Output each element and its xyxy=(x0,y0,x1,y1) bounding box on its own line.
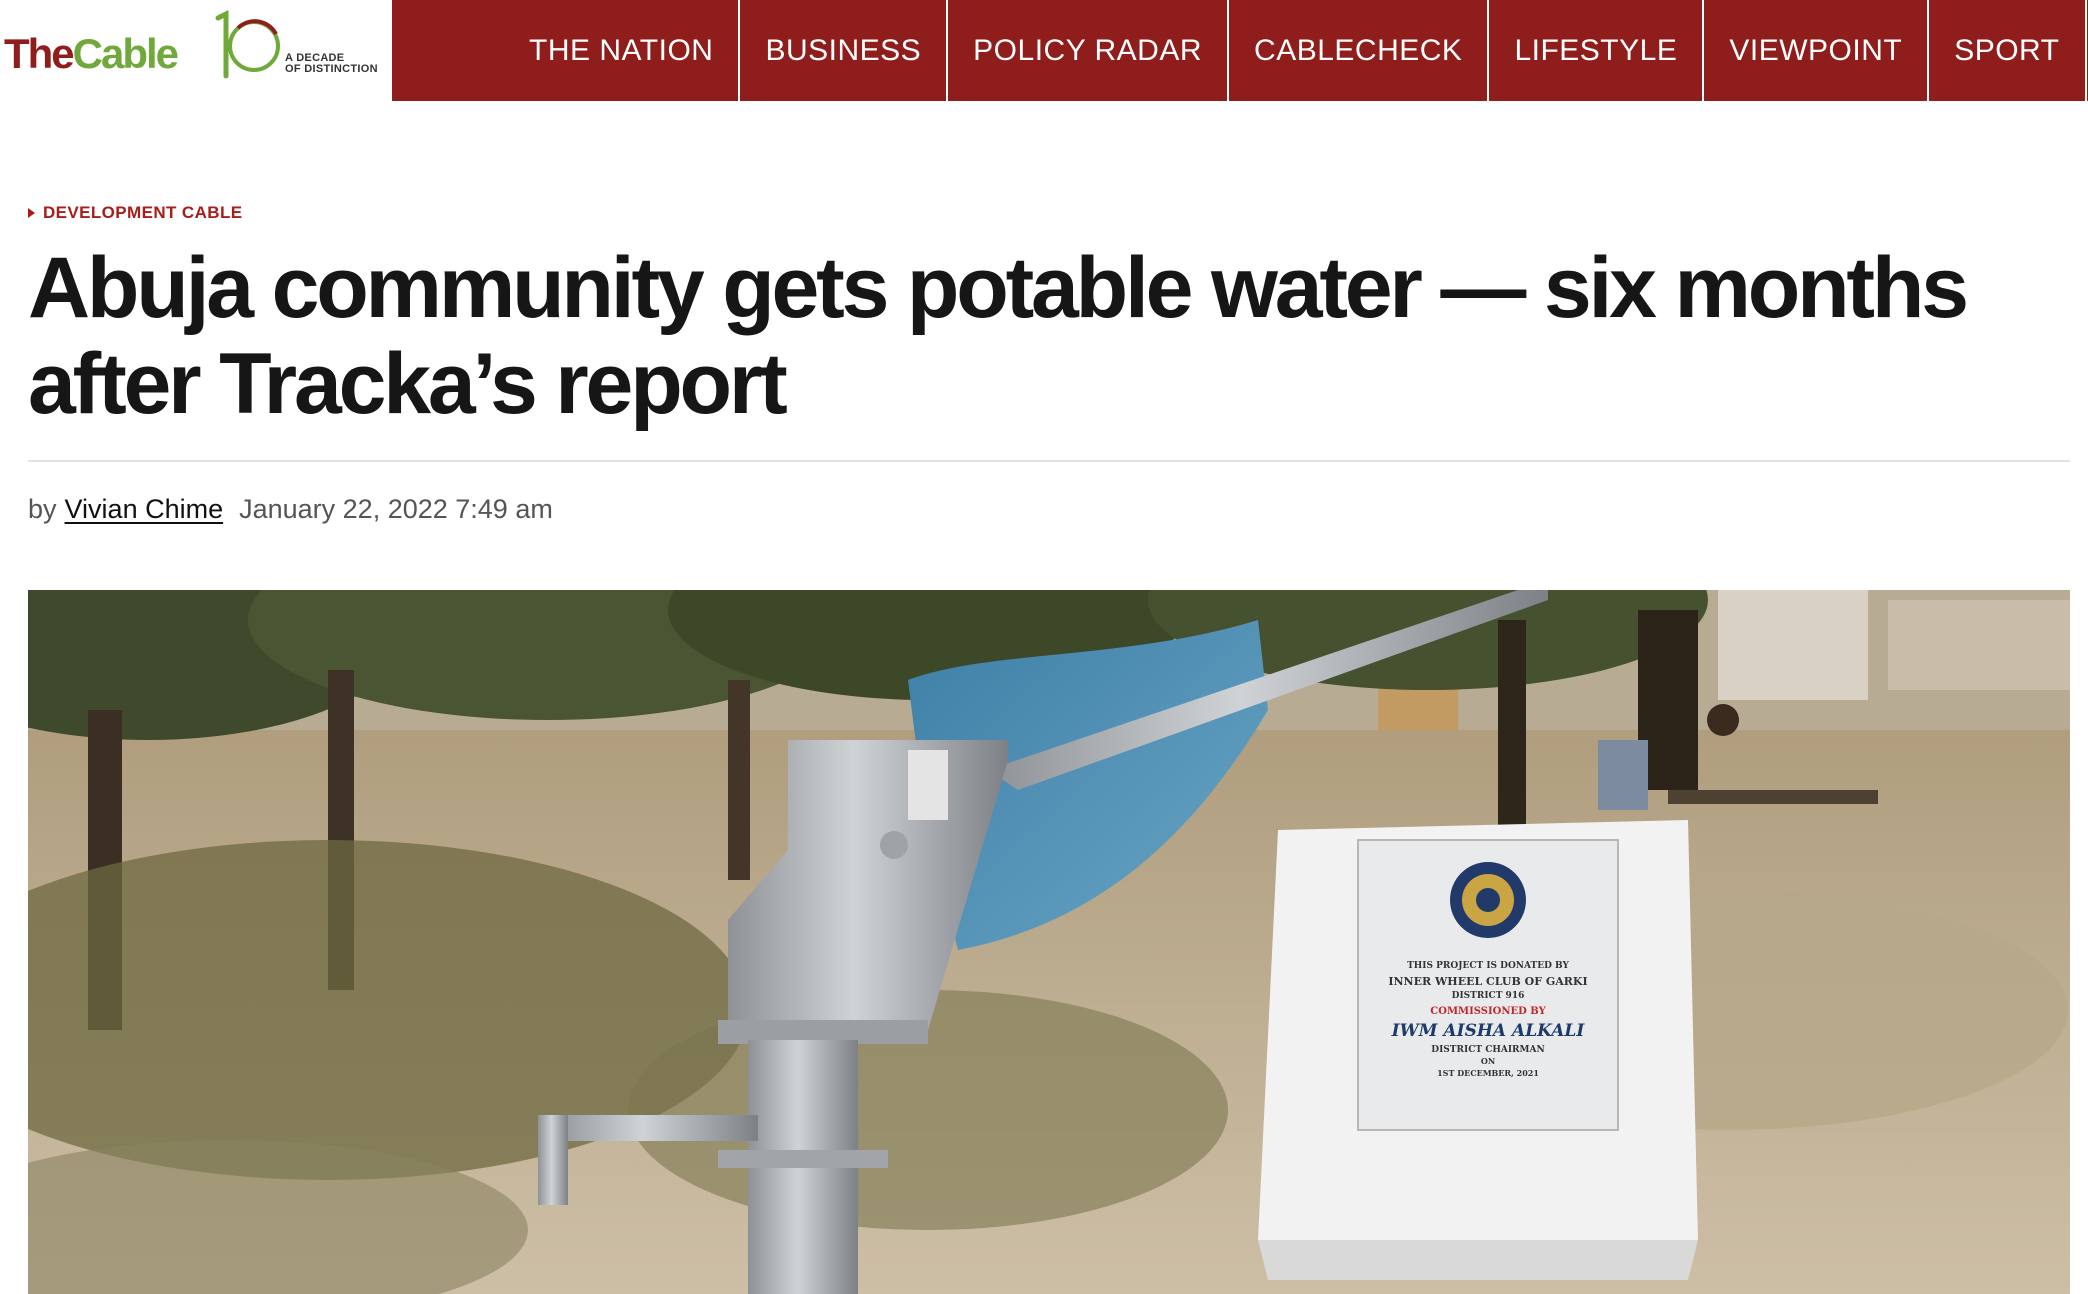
nav-item-policy-radar[interactable]: POLICY RADAR xyxy=(948,0,1230,101)
nav-item-the-nation[interactable]: THE NATION xyxy=(392,0,741,101)
article-byline: by Vivian Chime January 22, 2022 7:49 am xyxy=(28,494,553,525)
title-divider xyxy=(28,460,2070,462)
plaque-line7: ON xyxy=(1481,1056,1495,1066)
plaque-line1: THIS PROJECT IS DONATED BY xyxy=(1407,961,1569,971)
plaque-line4: COMMISSIONED BY xyxy=(1430,1006,1546,1017)
logo-cable: Cable xyxy=(72,30,179,77)
nav-item-cablecheck[interactable]: CABLECHECK xyxy=(1229,0,1490,101)
plaque-line2: INNER WHEEL CLUB OF GARKI xyxy=(1388,975,1587,988)
nav-item-sport[interactable]: SPORT xyxy=(1929,0,2087,101)
plaque-line6: DISTRICT CHAIRMAN xyxy=(1431,1045,1544,1055)
logo-the: The xyxy=(4,30,75,77)
logo-tagline-line2: OF DISTINCTION xyxy=(285,63,378,75)
plaque-line5: IWM AISHA ALKALI xyxy=(1391,1021,1586,1041)
category-label: DEVELOPMENT CABLE xyxy=(43,203,243,222)
plaque-line8: 1ST DECEMBER, 2021 xyxy=(1437,1068,1539,1078)
nav-item-business[interactable]: BUSINESS xyxy=(740,0,949,101)
article-category[interactable]: DEVELOPMENT CABLE xyxy=(28,203,242,223)
publish-date: January 22, 2022 7:49 am xyxy=(239,494,553,524)
plaque-line3: DISTRICT 916 xyxy=(1452,991,1525,1001)
nav-item-viewpoint[interactable]: VIEWPOINT xyxy=(1704,0,1930,101)
logo-wordmark: TheCable xyxy=(4,26,179,82)
category-triangle-icon xyxy=(28,208,35,218)
nav-item-lifestyle[interactable]: LIFESTYLE xyxy=(1489,0,1705,101)
article-title: Abuja community gets potable water — six… xyxy=(28,240,1969,432)
site-header: TheCable A DECADE OF DISTINCTION THE NAT… xyxy=(0,0,2088,101)
water-pump-photo: THIS PROJECT IS DONATED BY INNER WHEEL C… xyxy=(28,590,2070,1294)
main-nav: THE NATION BUSINESS POLICY RADAR CABLECH… xyxy=(392,0,2088,101)
logo-tagline: A DECADE OF DISTINCTION xyxy=(285,53,378,75)
byline-prefix: by xyxy=(28,494,57,524)
author-link[interactable]: Vivian Chime xyxy=(65,494,224,525)
site-logo[interactable]: TheCable A DECADE OF DISTINCTION xyxy=(0,0,392,101)
featured-image: THIS PROJECT IS DONATED BY INNER WHEEL C… xyxy=(28,590,2070,1294)
